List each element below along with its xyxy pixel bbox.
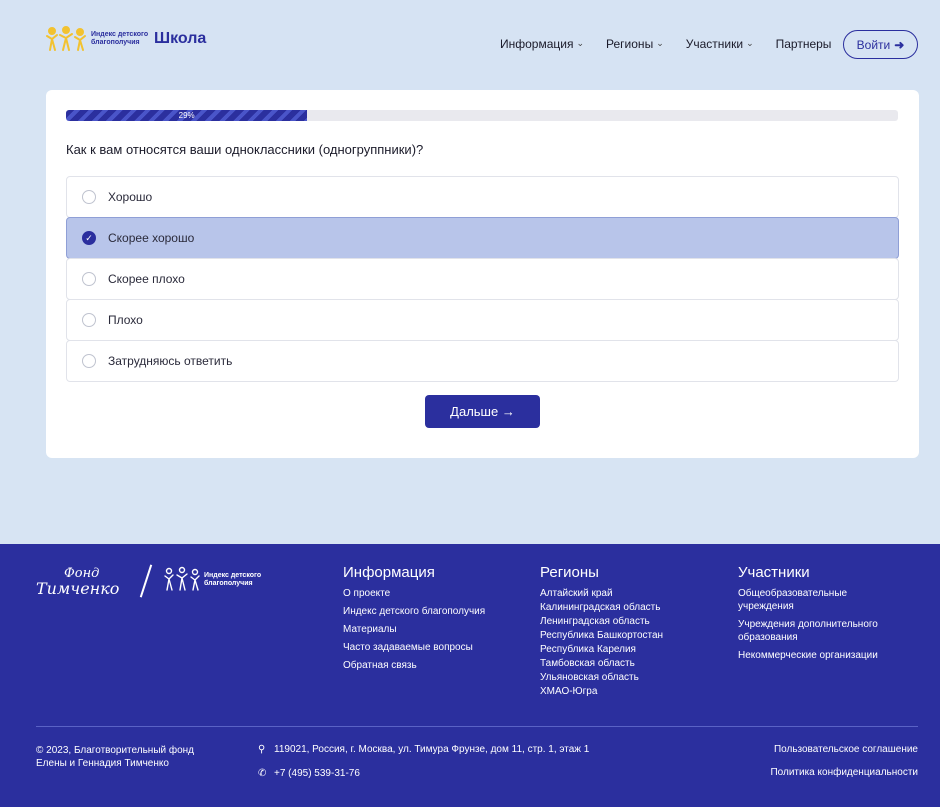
footer-divider	[36, 726, 918, 727]
option-label: Скорее плохо	[108, 272, 185, 286]
nav-label: Участники	[685, 37, 744, 51]
footer-link[interactable]: Алтайский край	[540, 587, 663, 600]
footer-link[interactable]: О проекте	[343, 587, 485, 600]
footer-link[interactable]: Учреждения дополнительного образования	[738, 618, 898, 644]
logo-subtitle: Индекс детского благополучия	[91, 31, 149, 46]
radio-button-checked[interactable]: ✓	[82, 231, 96, 245]
answer-option[interactable]: Хорошо	[66, 176, 899, 218]
main-nav: Информация ⌄ Регионы ⌄ Участники ⌄ Партн…	[500, 37, 853, 51]
index-logo-text: Индекс детского благополучия	[204, 572, 262, 587]
location-pin-icon: ⚲	[258, 744, 266, 755]
fond-logo-bottom: Тимченко	[36, 579, 120, 598]
checkmark-icon: ✓	[85, 232, 93, 243]
login-button[interactable]: Войти ➜	[843, 30, 918, 59]
site-footer: Фонд Тимченко Индекс детского благополуч…	[0, 544, 940, 807]
phone-icon: ✆	[258, 768, 267, 779]
site-logo[interactable]: Индекс детского благополучия Школа	[44, 26, 206, 52]
next-button[interactable]: Дальше →	[425, 395, 540, 428]
answer-option[interactable]: Затрудняюсь ответить	[66, 340, 899, 382]
footer-link[interactable]: Материалы	[343, 623, 485, 636]
site-header: Индекс детского благополучия Школа Инфор…	[0, 0, 940, 90]
logo-title: Школа	[154, 30, 207, 47]
footer-link[interactable]: Ульяновская область	[540, 671, 663, 684]
radio-button[interactable]	[82, 313, 96, 327]
nav-item-regions[interactable]: Регионы ⌄	[606, 37, 664, 51]
footer-link[interactable]: ХМАО-Югра	[540, 685, 663, 698]
chevron-down-icon: ⌄	[576, 37, 585, 48]
progress-bar: 29%	[66, 110, 898, 121]
question-text: Как к вам относятся ваши одноклассники (…	[66, 142, 424, 157]
answer-option[interactable]: Скорее плохо	[66, 258, 899, 300]
logo-divider	[139, 564, 153, 598]
nav-item-partners[interactable]: Партнеры	[776, 37, 832, 51]
chevron-down-icon: ⌄	[746, 37, 754, 48]
footer-link[interactable]: Калининградская область	[540, 601, 663, 614]
footer-link[interactable]: Часто задаваемые вопросы	[343, 641, 485, 654]
answer-option[interactable]: ✓ Скорее хорошо	[66, 217, 899, 259]
footer-column-participants: Участники Общеобразовательные учреждения…	[738, 564, 898, 667]
nav-item-participants[interactable]: Участники ⌄	[686, 37, 754, 51]
privacy-policy-link[interactable]: Политика конфиденциальности	[770, 767, 918, 778]
footer-column-regions: Регионы Алтайский край Калининградская о…	[540, 564, 663, 699]
footer-column-title: Регионы	[540, 564, 599, 581]
children-logo-icon	[164, 566, 200, 591]
nav-label: Регионы	[606, 37, 654, 51]
footer-link[interactable]: Республика Башкортостан	[540, 629, 663, 642]
nav-label: Информация	[500, 37, 574, 51]
footer-column-information: Информация О проекте Индекс детского бла…	[343, 564, 485, 677]
footer-legal-links: Пользовательское соглашение Политика кон…	[770, 744, 918, 790]
radio-button[interactable]	[82, 272, 96, 286]
footer-link[interactable]: Республика Карелия	[540, 643, 663, 656]
radio-button[interactable]	[82, 354, 96, 368]
option-label: Скорее хорошо	[108, 231, 195, 245]
progress-fill: 29%	[66, 110, 308, 121]
footer-address: ⚲ 119021, Россия, г. Москва, ул. Тимура …	[258, 744, 589, 755]
answer-options: Хорошо ✓ Скорее хорошо Скорее плохо Плох…	[66, 176, 899, 382]
radio-button[interactable]	[82, 190, 96, 204]
footer-link[interactable]: Некоммерческие организации	[738, 649, 898, 662]
progress-label: 29%	[178, 111, 195, 120]
nav-item-information[interactable]: Информация ⌄	[500, 37, 584, 51]
fond-timchenko-logo[interactable]: Фонд Тимченко	[36, 566, 120, 598]
footer-column-title: Информация	[343, 564, 435, 581]
address-text: 119021, Россия, г. Москва, ул. Тимура Фр…	[274, 744, 590, 755]
arrow-right-icon: ➜	[894, 37, 905, 52]
footer-link[interactable]: Обратная связь	[343, 659, 485, 672]
survey-card: 29% Как к вам относятся ваши одноклассни…	[46, 90, 919, 458]
option-label: Плохо	[108, 313, 143, 327]
nav-label: Партнеры	[775, 37, 832, 51]
phone-text: +7 (495) 539-31-76	[274, 768, 360, 779]
footer-link[interactable]: Тамбовская область	[540, 657, 663, 670]
footer-column-title: Участники	[738, 564, 810, 581]
login-label: Войти	[856, 37, 891, 52]
user-agreement-link[interactable]: Пользовательское соглашение	[770, 744, 918, 755]
answer-option[interactable]: Плохо	[66, 299, 899, 341]
footer-link[interactable]: Ленинградская область	[540, 615, 663, 628]
option-label: Затрудняюсь ответить	[108, 354, 233, 368]
footer-link[interactable]: Индекс детского благополучия	[343, 605, 485, 618]
chevron-down-icon: ⌄	[656, 37, 664, 48]
footer-phone[interactable]: ✆ +7 (495) 539-31-76	[258, 768, 360, 779]
children-logo-icon	[46, 26, 86, 51]
footer-link[interactable]: Общеобразовательные учреждения	[738, 587, 898, 613]
copyright: © 2023, Благотворительный фонд Елены и Г…	[36, 745, 195, 769]
option-label: Хорошо	[108, 190, 153, 204]
